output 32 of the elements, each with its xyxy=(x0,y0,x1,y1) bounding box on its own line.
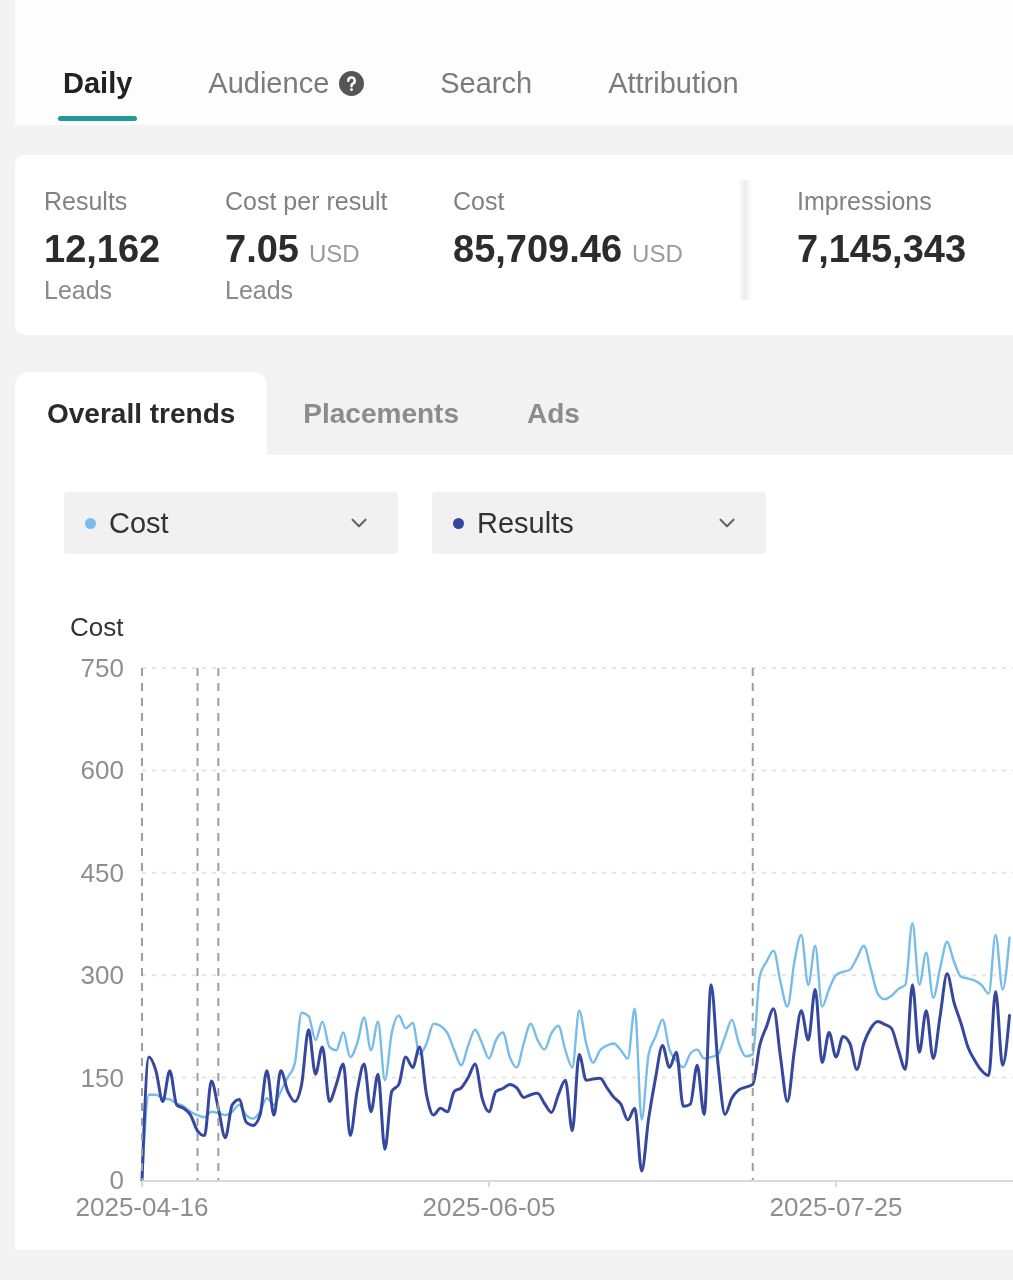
metric-label: Impressions xyxy=(797,188,932,214)
metric-dropdown[interactable]: Results xyxy=(432,492,766,554)
metric-value: 12,162 xyxy=(44,227,161,271)
y-tick-label: 750 xyxy=(80,653,124,683)
metric-sublabel: Leads xyxy=(44,277,113,303)
metric-dropdown[interactable]: Cost xyxy=(64,492,398,554)
x-tick-label: 2025-07-25 xyxy=(769,1192,903,1222)
metric-value: 7,145,343 xyxy=(797,227,967,271)
tab[interactable]: Daily xyxy=(58,68,138,121)
metric-sublabel: Leads xyxy=(225,277,294,303)
y-axis-title: Cost xyxy=(70,612,124,642)
y-tick-label: 150 xyxy=(80,1062,124,1093)
metric-unit: USD xyxy=(632,240,683,268)
x-tick-label: 2025-06-05 xyxy=(422,1192,556,1222)
x-tick-label: 2025-04-16 xyxy=(75,1192,209,1222)
metric-value: 85,709.46 xyxy=(453,227,623,271)
metric-value: 7.05 xyxy=(225,227,299,271)
help-icon[interactable] xyxy=(339,70,365,96)
y-tick-label: 300 xyxy=(80,960,124,991)
tab[interactable]: Attribution xyxy=(603,68,744,121)
view-tab[interactable]: Ads xyxy=(494,372,612,455)
view-tab[interactable]: Placements xyxy=(271,372,491,455)
tab[interactable]: Search xyxy=(435,68,538,121)
metric-label: Cost xyxy=(453,188,505,214)
y-tick-label: 450 xyxy=(80,857,124,888)
metric-label: Cost per result xyxy=(225,188,388,214)
y-tick-label: 600 xyxy=(80,755,124,786)
metric-unit: USD xyxy=(308,240,360,268)
y-tick-label: 0 xyxy=(109,1165,124,1195)
view-tab[interactable]: Overall trends xyxy=(15,372,268,455)
tab[interactable]: Audience xyxy=(203,68,370,121)
metric-label: Results xyxy=(44,188,128,214)
